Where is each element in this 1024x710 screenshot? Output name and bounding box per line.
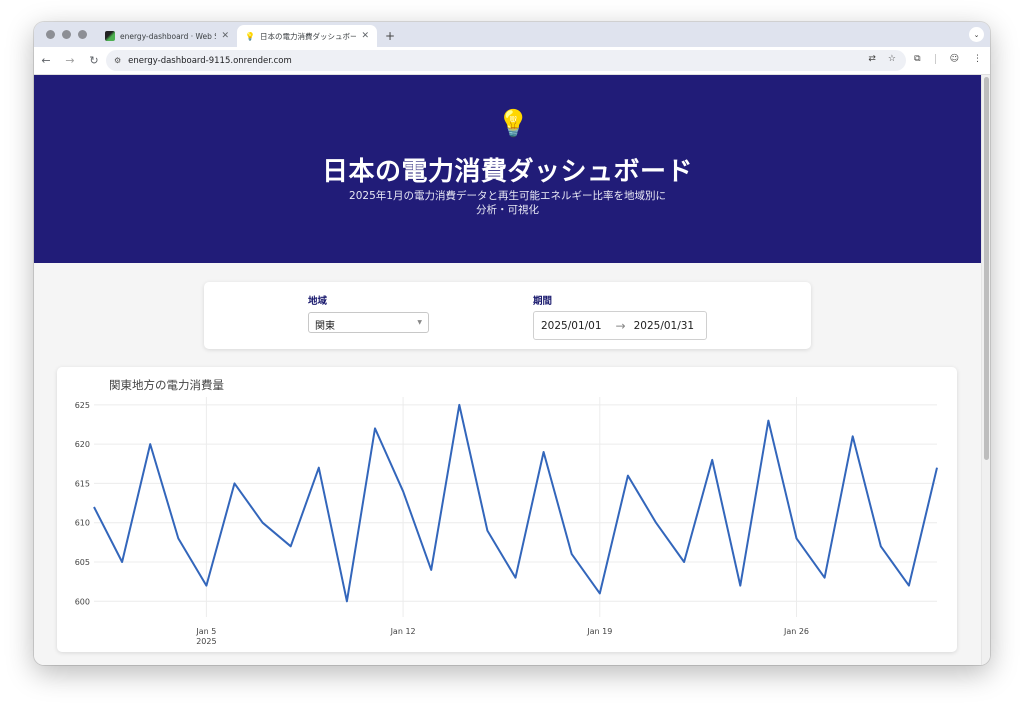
data-point <box>373 426 377 430</box>
x-tick-label: Jan 12 <box>390 627 416 636</box>
data-point <box>935 466 939 470</box>
date-range-picker[interactable]: 2025/01/01 → 2025/01/31 <box>533 311 707 340</box>
bookmark-star-icon[interactable]: ☆ <box>888 54 896 64</box>
address-bar[interactable]: ⚙ energy-dashboard-9115.onrender.com ⇄ ☆ <box>106 50 906 71</box>
end-date-input[interactable]: 2025/01/31 <box>634 320 695 332</box>
data-point <box>148 442 152 446</box>
minimize-window-button[interactable] <box>62 30 71 39</box>
data-point <box>710 458 714 462</box>
maximize-window-button[interactable] <box>78 30 87 39</box>
page-scrollbar[interactable] <box>981 75 990 665</box>
data-point <box>204 584 208 588</box>
data-point <box>766 419 770 423</box>
data-point <box>457 403 461 407</box>
close-window-button[interactable] <box>46 30 55 39</box>
scrollbar-thumb[interactable] <box>984 77 989 460</box>
page-title: 日本の電力消費ダッシュボード <box>321 157 693 187</box>
url-text: energy-dashboard-9115.onrender.com <box>128 55 292 66</box>
y-tick-label: 610 <box>75 519 90 528</box>
data-point <box>514 576 518 580</box>
y-tick-label: 615 <box>75 479 90 488</box>
region-label: 地域 <box>308 296 328 307</box>
light-bulb-favicon-icon: 💡 <box>245 31 255 41</box>
page-subtitle: 2025年1月の電力消費データと再生可能エネルギー比率を地域別に 分析・可視化 <box>34 189 981 217</box>
x-tick-label: Jan 19 <box>586 627 612 636</box>
data-point <box>120 560 124 564</box>
data-point <box>795 536 799 540</box>
data-point <box>233 481 237 485</box>
render-favicon-icon <box>105 31 115 41</box>
close-tab-icon[interactable]: ✕ <box>361 31 369 41</box>
page-viewport: 💡 日本の電力消費ダッシュボード 2025年1月の電力消費データと再生可能エネル… <box>34 75 990 665</box>
data-point <box>542 450 546 454</box>
period-label: 期間 <box>533 296 553 307</box>
data-point <box>92 505 96 509</box>
y-tick-label: 605 <box>75 558 90 567</box>
light-bulb-icon: 💡 <box>497 109 530 139</box>
browser-toolbar: ← → ↻ ⚙ energy-dashboard-9115.onrender.c… <box>34 47 990 75</box>
data-point <box>598 591 602 595</box>
forward-arrow-icon[interactable]: → <box>58 54 82 67</box>
data-point <box>738 584 742 588</box>
consumption-chart-card: 関東地方の電力消費量 600 605 610 615 620 625 Jan 5 2025 Ja… <box>57 367 957 652</box>
profile-icon[interactable]: ☺ <box>950 54 959 64</box>
browser-window: energy-dashboard · Web Se ✕ 💡 日本の電力消費ダッシ… <box>34 22 990 665</box>
consumption-line-chart: 600 605 610 615 620 625 Jan 52025 Jan 12 Jan 19 J… <box>75 397 939 646</box>
data-point <box>570 552 574 556</box>
new-tab-button[interactable]: + <box>377 25 403 47</box>
data-point <box>823 576 827 580</box>
tab-dashboard[interactable]: 💡 日本の電力消費ダッシュボード ✕ <box>237 25 377 47</box>
subtitle-line: 分析・可視化 <box>476 204 539 216</box>
back-arrow-icon[interactable]: ← <box>34 54 58 67</box>
data-point <box>429 568 433 572</box>
more-menu-icon[interactable]: ⋮ <box>973 54 982 64</box>
data-point <box>879 544 883 548</box>
toolbar-actions: ⧉ ☺ ⋮ <box>914 54 982 64</box>
y-tick-label: 600 <box>75 597 90 606</box>
x-tick-sublabel: 2025 <box>196 637 216 646</box>
consumption-series-line <box>93 403 938 603</box>
close-tab-icon[interactable]: ✕ <box>221 31 229 41</box>
dropdown-caret-icon: ▼ <box>417 319 422 326</box>
region-value: 関東 <box>315 321 335 332</box>
subtitle-line: 2025年1月の電力消費データと再生可能エネルギー比率を地域別に <box>349 190 666 202</box>
data-point <box>289 544 293 548</box>
y-tick-label: 620 <box>75 440 90 449</box>
data-point <box>851 434 855 438</box>
filter-panel: 地域 関東 ▼ 期間 2025/01/01 → 2025/01/31 <box>204 282 811 349</box>
reload-icon[interactable]: ↻ <box>82 54 106 67</box>
tab-title: energy-dashboard · Web Se <box>120 31 217 41</box>
translate-icon[interactable]: ⇄ <box>868 54 876 64</box>
tab-render[interactable]: energy-dashboard · Web Se ✕ <box>97 25 237 47</box>
data-point <box>654 521 658 525</box>
start-date-input[interactable]: 2025/01/01 <box>541 320 602 332</box>
y-tick-label: 625 <box>75 401 90 410</box>
data-point <box>485 529 489 533</box>
range-arrow-icon: → <box>615 318 626 333</box>
data-point <box>682 560 686 564</box>
tab-title: 日本の電力消費ダッシュボード <box>259 31 357 41</box>
data-point <box>626 474 630 478</box>
data-point <box>907 584 911 588</box>
omnibox-actions: ⇄ ☆ <box>868 54 896 64</box>
tab-strip: energy-dashboard · Web Se ✕ 💡 日本の電力消費ダッシ… <box>34 22 990 47</box>
data-point <box>261 521 265 525</box>
x-tick-label: Jan 26 <box>783 627 809 636</box>
data-point <box>317 466 321 470</box>
data-point <box>176 536 180 540</box>
header-banner: 💡 日本の電力消費ダッシュボード 2025年1月の電力消費データと再生可能エネル… <box>34 75 981 263</box>
region-select[interactable]: 関東 ▼ <box>308 312 429 333</box>
data-point <box>401 489 405 493</box>
x-tick-label: Jan 5 <box>195 627 216 636</box>
extensions-puzzle-icon[interactable]: ⧉ <box>914 54 920 64</box>
tab-search-chevron-icon[interactable]: ⌄ <box>969 27 984 42</box>
site-settings-icon[interactable]: ⚙ <box>114 56 121 65</box>
window-controls <box>34 22 97 47</box>
data-point <box>345 599 349 603</box>
toolbar-divider <box>934 54 936 64</box>
